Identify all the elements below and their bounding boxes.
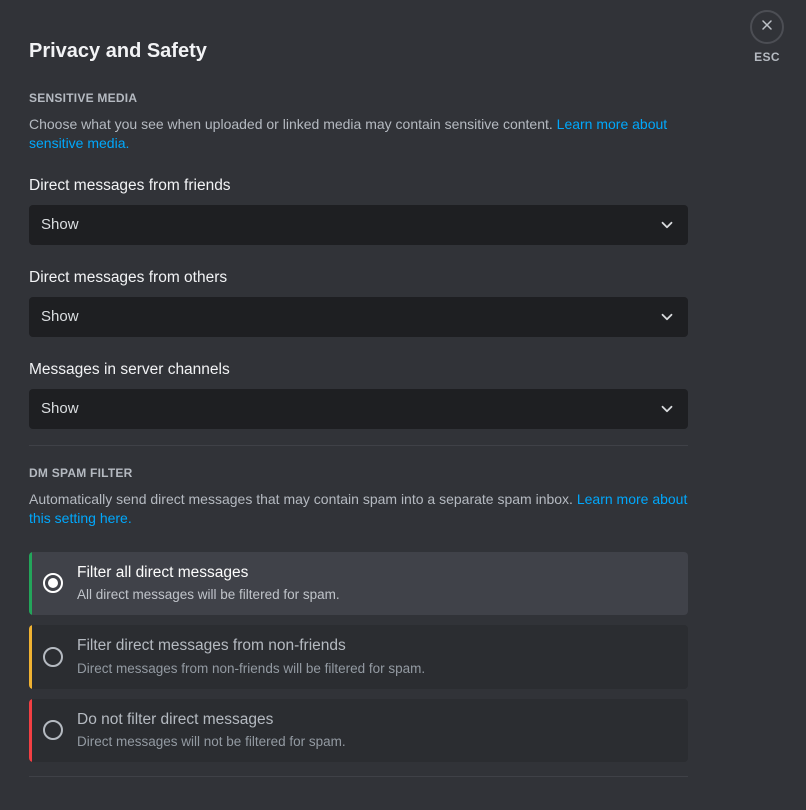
radio-title: Do not filter direct messages (77, 710, 676, 731)
desc-text: Choose what you see when uploaded or lin… (29, 116, 557, 132)
radio-text: Filter direct messages from non-friends … (77, 636, 676, 677)
field-label-dm-others: Direct messages from others (29, 269, 689, 287)
radio-title: Filter direct messages from non-friends (77, 636, 676, 657)
select-dm-others[interactable]: Show (29, 297, 688, 337)
section-heading-sensitive-media: SENSITIVE MEDIA (29, 91, 689, 105)
select-value: Show (41, 400, 79, 417)
field-label-server-channels: Messages in server channels (29, 361, 689, 379)
radio-title: Filter all direct messages (77, 563, 676, 584)
select-value: Show (41, 308, 79, 325)
radio-icon (43, 647, 63, 667)
settings-panel: Privacy and Safety SENSITIVE MEDIA Choos… (0, 0, 718, 777)
select-value: Show (41, 216, 79, 233)
radio-sub: Direct messages will not be filtered for… (77, 733, 676, 751)
radio-filter-all[interactable]: Filter all direct messages All direct me… (29, 552, 688, 615)
chevron-down-icon (658, 400, 676, 418)
close-icon (759, 17, 775, 38)
divider (29, 776, 688, 777)
accent-bar (29, 625, 32, 688)
section-desc-dm-spam: Automatically send direct messages that … (29, 490, 689, 528)
radio-sub: All direct messages will be filtered for… (77, 586, 676, 604)
radio-do-not-filter[interactable]: Do not filter direct messages Direct mes… (29, 699, 688, 762)
chevron-down-icon (658, 216, 676, 234)
accent-bar (29, 699, 32, 762)
field-label-dm-friends: Direct messages from friends (29, 177, 689, 195)
section-desc-sensitive-media: Choose what you see when uploaded or lin… (29, 115, 689, 153)
radio-text: Do not filter direct messages Direct mes… (77, 710, 676, 751)
page-title: Privacy and Safety (29, 40, 689, 63)
radio-filter-non-friends[interactable]: Filter direct messages from non-friends … (29, 625, 688, 688)
radio-icon (43, 720, 63, 740)
desc-text: Automatically send direct messages that … (29, 491, 577, 507)
accent-bar (29, 552, 32, 615)
radio-icon (43, 573, 63, 593)
select-dm-friends[interactable]: Show (29, 205, 688, 245)
divider (29, 445, 688, 446)
radio-sub: Direct messages from non-friends will be… (77, 660, 676, 678)
select-server-channels[interactable]: Show (29, 389, 688, 429)
chevron-down-icon (658, 308, 676, 326)
close-label: ESC (754, 50, 780, 64)
radio-text: Filter all direct messages All direct me… (77, 563, 676, 604)
close-button[interactable] (750, 10, 784, 44)
section-heading-dm-spam: DM SPAM FILTER (29, 466, 689, 480)
